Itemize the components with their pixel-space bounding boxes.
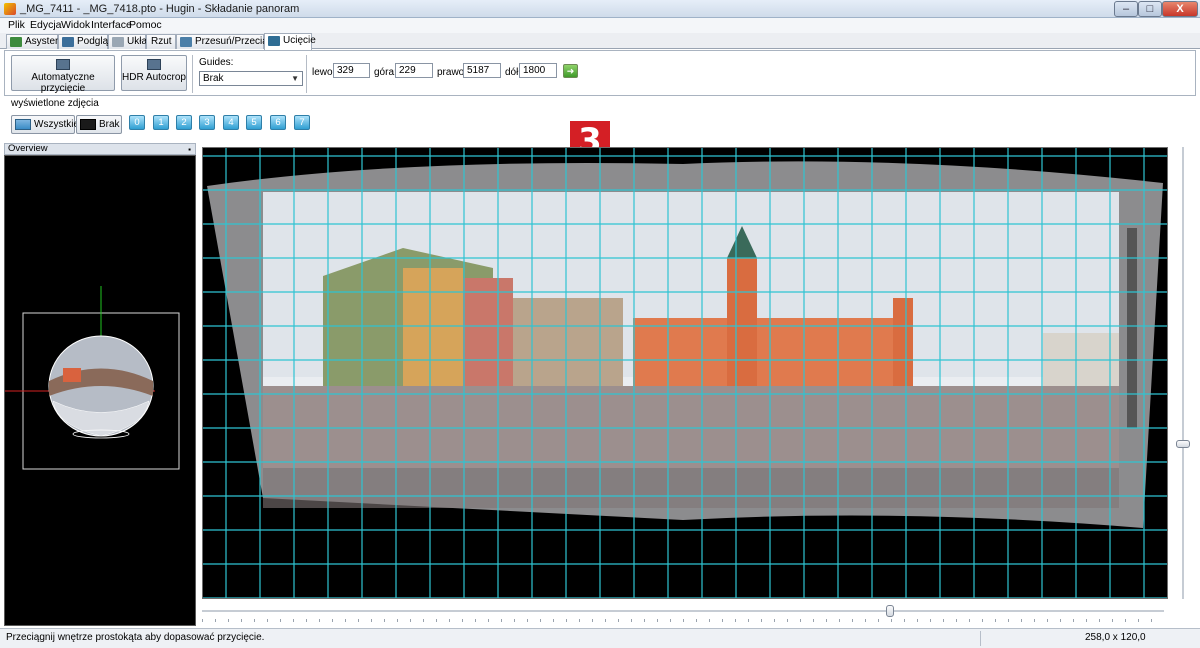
tab-label: Rzut	[151, 36, 172, 47]
minimize-button[interactable]: –	[1114, 1, 1138, 17]
wizard-icon	[10, 37, 22, 47]
menu-widok[interactable]: Widok	[61, 19, 90, 31]
horizontal-slider-thumb[interactable]	[886, 605, 894, 617]
sphere-castle	[63, 368, 81, 382]
image-toggle-4[interactable]: 4	[223, 115, 239, 130]
hdr-crop-icon	[147, 59, 161, 70]
image-toggle-6[interactable]: 6	[270, 115, 286, 130]
menu-pomoc[interactable]: Pomoc	[129, 19, 162, 31]
clock-tower	[727, 258, 757, 388]
image-toggle-2[interactable]: 2	[176, 115, 192, 130]
vertical-slider[interactable]	[1173, 147, 1193, 599]
slider-ticks	[202, 619, 1164, 622]
tab-podglad[interactable]: Podgląd	[58, 34, 114, 49]
tenement-red	[463, 278, 513, 386]
show-all-button[interactable]: Wszystkie	[11, 115, 79, 134]
overview-header: Overview ▪	[4, 143, 196, 155]
right-field[interactable]: 5187	[463, 63, 501, 78]
tab-asystent[interactable]: Asystent	[6, 34, 63, 49]
square-outside-crop	[263, 468, 1119, 508]
status-message: Przeciągnij wnętrze prostokąta aby dopas…	[6, 632, 265, 643]
castle-side-tower	[893, 298, 913, 388]
vertical-track	[1182, 147, 1184, 599]
images-all-icon	[15, 119, 31, 130]
image-toggle-3[interactable]: 3	[199, 115, 215, 130]
apply-crop-button[interactable]: ➜	[563, 64, 578, 78]
cobblestone-square	[263, 386, 1119, 468]
window-title: _MG_7411 - _MG_7418.pto - Hugin - Składa…	[20, 3, 300, 15]
guides-value: Brak	[203, 73, 224, 84]
arrow-right-icon: ➜	[566, 66, 575, 76]
top-label: góra:	[374, 67, 397, 78]
images-none-icon	[80, 119, 96, 130]
chevron-down-icon: ▼	[291, 74, 299, 83]
image-toggle-1[interactable]: 1	[153, 115, 169, 130]
displayed-images-label: wyświetlone zdjęcia	[11, 98, 99, 109]
left-label: lewo:	[312, 67, 336, 78]
tenement-yellow	[403, 268, 463, 386]
separator	[306, 55, 307, 93]
crop-toolbar: Automatyczne przycięcie HDR Autocrop Gui…	[4, 50, 1196, 96]
layout-icon	[112, 37, 124, 47]
maximize-button[interactable]: □	[1138, 1, 1162, 17]
close-button[interactable]: X	[1162, 1, 1198, 17]
horizontal-track	[202, 610, 1164, 612]
crop-preview-canvas[interactable]	[202, 147, 1168, 599]
vertical-slider-thumb[interactable]	[1176, 440, 1190, 448]
hdr-autocrop-button[interactable]: HDR Autocrop	[121, 55, 187, 91]
crop-icon	[56, 59, 70, 70]
menu-plik[interactable]: Plik	[8, 19, 25, 31]
tab-uciecie[interactable]: Ucięcie	[264, 33, 316, 50]
tab-przesun-przeciagnij[interactable]: Przesuń/Przeciągnij	[176, 34, 283, 49]
overview-title: Overview	[8, 143, 48, 154]
tab-uklad[interactable]: Układ	[108, 34, 153, 49]
show-none-button[interactable]: Brak	[76, 115, 122, 134]
menu-edycja[interactable]: Edycja	[30, 19, 62, 31]
status-fov-size: 258,0 x 120,0	[1085, 632, 1146, 643]
title-bar: _MG_7411 - _MG_7418.pto - Hugin - Składa…	[0, 0, 1200, 18]
panorama-preview	[203, 148, 1167, 598]
horizontal-slider[interactable]	[202, 604, 1168, 622]
auto-crop-button[interactable]: Automatyczne przycięcie	[11, 55, 115, 94]
separator	[192, 55, 193, 93]
guides-label: Guides:	[199, 57, 234, 68]
status-bar: Przeciągnij wnętrze prostokąta aby dopas…	[0, 628, 1200, 648]
hdr-autocrop-label: HDR Autocrop	[122, 72, 186, 83]
hugin-app-icon	[4, 3, 16, 15]
overview-panel[interactable]	[4, 155, 196, 626]
move-icon	[180, 37, 192, 47]
image-toggle-5[interactable]: 5	[246, 115, 262, 130]
pin-icon[interactable]: ▪	[188, 145, 191, 155]
show-none-label: Brak	[99, 119, 120, 130]
tenements-distant	[513, 298, 623, 386]
royal-castle	[633, 318, 913, 388]
guides-select[interactable]: Brak ▼	[199, 71, 303, 86]
image-toggle-0[interactable]: 0	[129, 115, 145, 130]
image-toggle-7[interactable]: 7	[294, 115, 310, 130]
show-all-label: Wszystkie	[34, 119, 79, 130]
top-field[interactable]: 229	[395, 63, 433, 78]
menu-interface[interactable]: Interface	[91, 19, 132, 31]
tab-bar: Asystent Podgląd Układ Rzut Przesuń/Prze…	[0, 33, 1200, 50]
left-field[interactable]: 329	[333, 63, 370, 78]
tab-rzut[interactable]: Rzut	[146, 34, 176, 49]
auto-crop-label: Automatyczne przycięcie	[31, 72, 95, 94]
preview-icon	[62, 37, 74, 47]
overview-sphere-view	[5, 286, 180, 470]
status-separator	[980, 631, 981, 646]
tab-label: Ucięcie	[283, 35, 316, 46]
bottom-field[interactable]: 1800	[519, 63, 557, 78]
menu-bar: Plik Edycja Widok Interface Pomoc	[0, 18, 1200, 33]
crop-icon	[268, 36, 280, 46]
